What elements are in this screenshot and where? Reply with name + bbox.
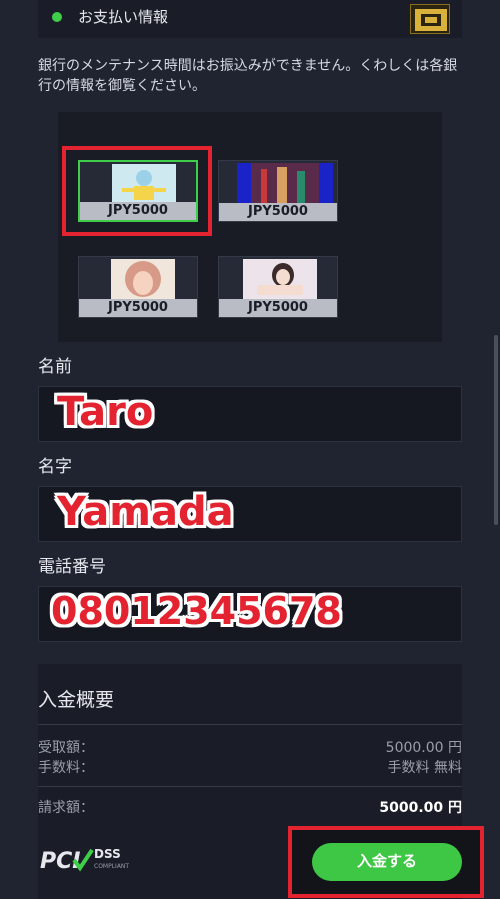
pci-dss-text: DSS — [94, 847, 121, 861]
last-name-label: 名字 — [38, 457, 72, 477]
received-amount-label: 受取額： — [38, 740, 94, 756]
last-name-field[interactable]: Yamada — [38, 486, 462, 542]
summary-divider-2 — [38, 786, 462, 787]
status-dot-icon — [52, 12, 62, 22]
payment-card-4[interactable]: JPY5000 — [218, 256, 338, 318]
payment-card-3[interactable]: JPY5000 — [78, 256, 198, 318]
payment-card-2[interactable]: JPY5000 — [218, 160, 338, 222]
last-name-value: Yamada — [57, 489, 234, 535]
pci-dss-logo: PCI DSS COMPLIANT — [40, 842, 132, 876]
phone-field[interactable]: 08012345678 — [38, 586, 462, 642]
received-amount-value: 5000.00 円 — [385, 740, 462, 756]
card-image-2 — [237, 163, 333, 207]
scrollbar[interactable] — [494, 335, 498, 525]
selected-card-highlight — [62, 146, 212, 236]
first-name-label: 名前 — [38, 357, 72, 377]
card-image-3 — [111, 259, 175, 303]
pci-compliant-text: COMPLIANT — [94, 863, 129, 870]
card-amount-4: JPY5000 — [219, 299, 337, 317]
site-logo-icon — [410, 4, 450, 34]
billed-amount-label: 請求額： — [38, 800, 94, 816]
card-image-4 — [243, 259, 317, 303]
fee-value: 手数料 無料 — [387, 760, 462, 776]
first-name-field[interactable]: Taro — [38, 386, 462, 442]
phone-value: 08012345678 — [51, 589, 342, 633]
billed-amount-value: 5000.00 円 — [379, 800, 462, 816]
payment-info-title: お支払い情報 — [78, 8, 169, 26]
fee-label: 手数料： — [38, 760, 94, 776]
bank-maintenance-notice: 銀行のメンテナンス時間はお振込みができません。くわしくは各銀行の情報を御覧くださ… — [38, 58, 458, 94]
deposit-summary-title: 入金概要 — [38, 689, 115, 711]
card-amount-2: JPY5000 — [219, 203, 337, 221]
deposit-submit-button[interactable]: 入金する — [312, 843, 462, 881]
first-name-value: Taro — [57, 389, 154, 435]
phone-label: 電話番号 — [38, 557, 106, 577]
card-amount-3: JPY5000 — [79, 299, 197, 317]
summary-divider — [38, 724, 462, 725]
